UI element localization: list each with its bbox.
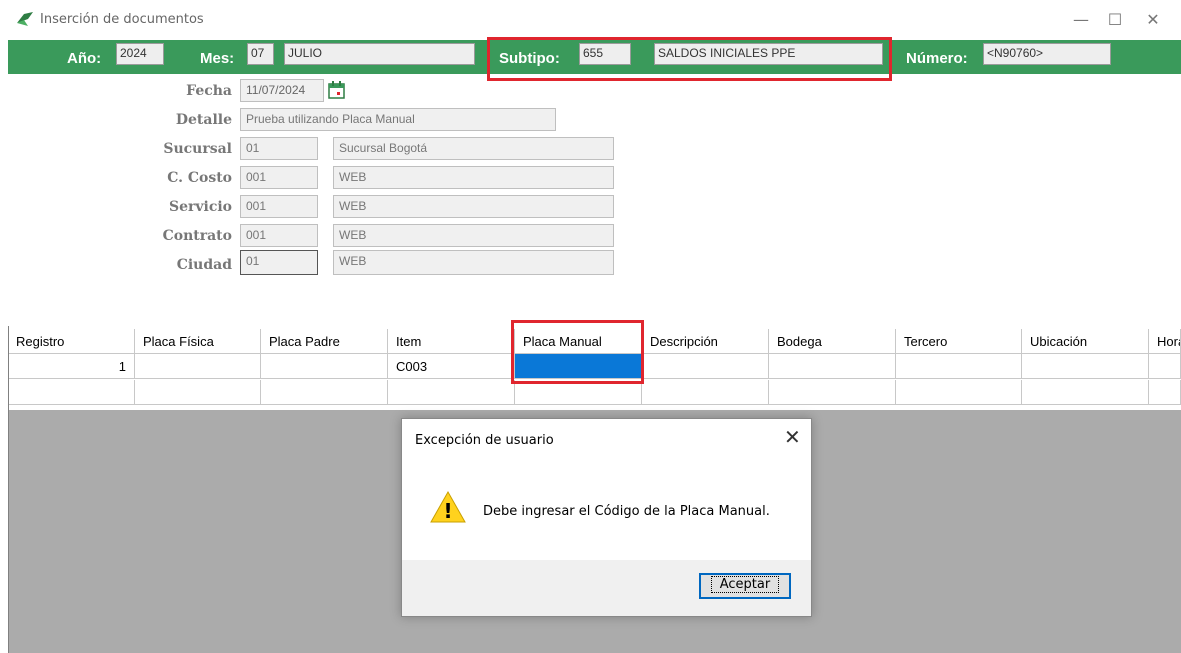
column-header[interactable]: Placa Física — [135, 329, 261, 354]
grid-cell[interactable] — [1022, 354, 1149, 379]
grid-cell[interactable] — [896, 380, 1022, 405]
ciudad-name-field: WEB — [333, 250, 614, 275]
grid-cell[interactable]: 1 — [8, 354, 135, 379]
contrato-label: Contrato — [162, 228, 232, 244]
contrato-name-field: WEB — [333, 224, 614, 247]
column-header[interactable]: Bodega — [769, 329, 896, 354]
grid-cell[interactable] — [261, 380, 388, 405]
fecha-field[interactable]: 11/07/2024 — [240, 79, 324, 102]
ciudad-label: Ciudad — [176, 257, 232, 273]
month-name-field: JULIO — [284, 43, 475, 65]
accept-button[interactable]: Aceptar — [699, 573, 791, 599]
grid-cell[interactable] — [261, 354, 388, 379]
column-header[interactable]: Descripción — [642, 329, 769, 354]
sucursal-label: Sucursal — [163, 141, 232, 157]
title-bar: Inserción de documentos — ☐ ✕ — [0, 0, 1181, 40]
column-header[interactable]: Placa Padre — [261, 329, 388, 354]
ciudad-code-field[interactable]: 01 — [240, 250, 318, 275]
grid-cell[interactable] — [769, 354, 896, 379]
year-field[interactable]: 2024 — [116, 43, 164, 65]
minimize-button[interactable]: — — [1066, 8, 1096, 32]
column-header[interactable]: Registro — [8, 329, 135, 354]
costo-code-field[interactable]: 001 — [240, 166, 318, 189]
costo-label: C. Costo — [167, 170, 232, 186]
sucursal-code-field[interactable]: 01 — [240, 137, 318, 160]
subtype-highlight — [487, 37, 892, 81]
warning-icon: ! — [430, 490, 466, 523]
fecha-label: Fecha — [186, 83, 232, 99]
grid-cell[interactable] — [642, 354, 769, 379]
detalle-label: Detalle — [175, 112, 232, 128]
close-button[interactable]: ✕ — [1138, 8, 1168, 32]
number-field: <N90760> — [983, 43, 1111, 65]
maximize-button[interactable]: ☐ — [1100, 8, 1130, 32]
servicio-name-field: WEB — [333, 195, 614, 218]
month-field[interactable]: 07 — [247, 43, 274, 65]
grid-cell[interactable] — [642, 380, 769, 405]
year-label: Año: — [67, 50, 102, 67]
dialog-title: Excepción de usuario — [415, 433, 554, 448]
column-header[interactable]: Tercero — [896, 329, 1022, 354]
grid-cell[interactable] — [1149, 380, 1181, 405]
detalle-field[interactable]: Prueba utilizando Placa Manual — [240, 108, 556, 131]
costo-name-field: WEB — [333, 166, 614, 189]
number-label: Número: — [906, 50, 968, 67]
month-label: Mes: — [200, 50, 235, 67]
servicio-label: Servicio — [168, 199, 232, 215]
grid-cell[interactable] — [1149, 354, 1181, 379]
dialog-message: Debe ingresar el Código de la Placa Manu… — [483, 504, 770, 519]
grid-cell[interactable] — [135, 354, 261, 379]
dialog-close-button[interactable]: ✕ — [784, 425, 801, 449]
grid-left-border — [8, 326, 9, 653]
column-header[interactable]: Item — [388, 329, 515, 354]
contrato-code-field[interactable]: 001 — [240, 224, 318, 247]
servicio-code-field[interactable]: 001 — [240, 195, 318, 218]
grid-cell[interactable] — [1022, 380, 1149, 405]
window-title: Inserción de documentos — [40, 12, 204, 27]
column-header[interactable]: Ubicación — [1022, 329, 1149, 354]
user-exception-dialog: Excepción de usuario ✕ ! Debe ingresar e… — [401, 418, 812, 617]
accept-button-label: Aceptar — [710, 576, 780, 593]
grid-cell[interactable] — [769, 380, 896, 405]
placa-manual-highlight — [511, 320, 644, 384]
grid-cell[interactable] — [388, 380, 515, 405]
column-header[interactable]: Hora — [1149, 329, 1181, 354]
sucursal-name-field: Sucursal Bogotá — [333, 137, 614, 160]
app-icon — [17, 12, 33, 26]
grid-cell[interactable] — [896, 354, 1022, 379]
grid-cell[interactable] — [135, 380, 261, 405]
calendar-icon[interactable] — [327, 80, 347, 100]
grid-cell[interactable] — [8, 380, 135, 405]
grid-cell[interactable]: C003 — [388, 354, 515, 379]
warning-icon-glyph: ! — [443, 499, 452, 523]
